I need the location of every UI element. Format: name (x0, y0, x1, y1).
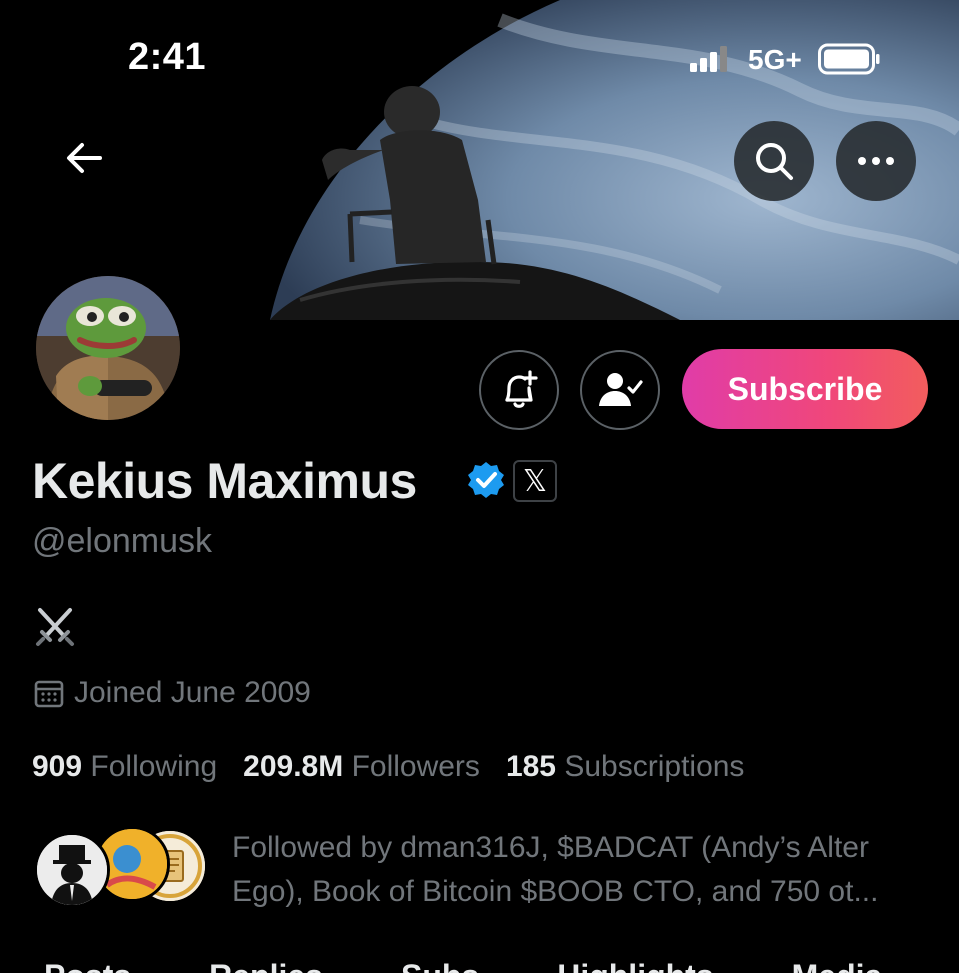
tab-highlights[interactable]: Highlights (557, 958, 713, 973)
calendar-icon (34, 680, 64, 708)
followers-link[interactable]: 209.8M Followers (243, 750, 480, 783)
status-time: 2:41 (128, 36, 207, 78)
signal-strength-icon (690, 46, 727, 72)
profile-avatar[interactable] (32, 272, 184, 424)
subscriptions-label: Subscriptions (564, 750, 745, 783)
tab-posts[interactable]: Posts (44, 958, 131, 973)
more-options-button[interactable] (836, 121, 916, 201)
display-name: Kekius Maximus (32, 453, 417, 509)
battery-icon (818, 43, 880, 75)
back-arrow-icon (67, 143, 102, 173)
person-check-icon (599, 373, 643, 406)
following-link[interactable]: 909 Following (32, 750, 217, 783)
subscribe-button[interactable]: Subscribe (682, 349, 928, 429)
verified-badge-icon (468, 462, 504, 498)
joined-date: Joined June 2009 (74, 676, 311, 709)
followed-by-line2: Ego), Book of Bitcoin $BOOB CTO, and 750… (232, 875, 879, 908)
crossed-swords-icon (36, 608, 74, 646)
tab-subs[interactable]: Subs (401, 958, 479, 973)
search-button[interactable] (734, 121, 814, 201)
following-label: Following (90, 750, 218, 783)
joined-date-row: Joined June 2009 (34, 676, 311, 710)
following-count: 909 (32, 750, 83, 783)
back-button[interactable] (56, 130, 112, 186)
network-type: 5G+ (748, 44, 802, 75)
notifications-button[interactable] (479, 350, 559, 430)
tab-media[interactable]: Media (792, 958, 883, 973)
profile-tabs: Posts Replies Subs Highlights Media (44, 958, 959, 973)
profile-stats: 909 Following 209.8M Followers 185 Subscri… (32, 750, 744, 784)
subscriptions-link[interactable]: 185 Subscriptions (506, 750, 745, 783)
followers-label: Followers (351, 750, 480, 783)
followed-by-line1: Followed by dman316J, $BADCAT (Andy’s Al… (232, 831, 869, 864)
x-affiliation-badge[interactable]: 𝕏 (513, 460, 557, 502)
ellipsis-icon (858, 157, 894, 165)
search-icon (756, 143, 793, 180)
profile-handle: @elonmusk (32, 522, 213, 560)
following-button[interactable] (580, 350, 660, 430)
follower-avatar (34, 832, 110, 908)
tab-replies[interactable]: Replies (209, 958, 323, 973)
followers-count: 209.8M (243, 750, 344, 783)
followed-by-text[interactable]: Followed by dman316J, $BADCAT (Andy’s Al… (232, 826, 932, 914)
subscriptions-count: 185 (505, 750, 556, 783)
bell-plus-icon (505, 370, 538, 408)
